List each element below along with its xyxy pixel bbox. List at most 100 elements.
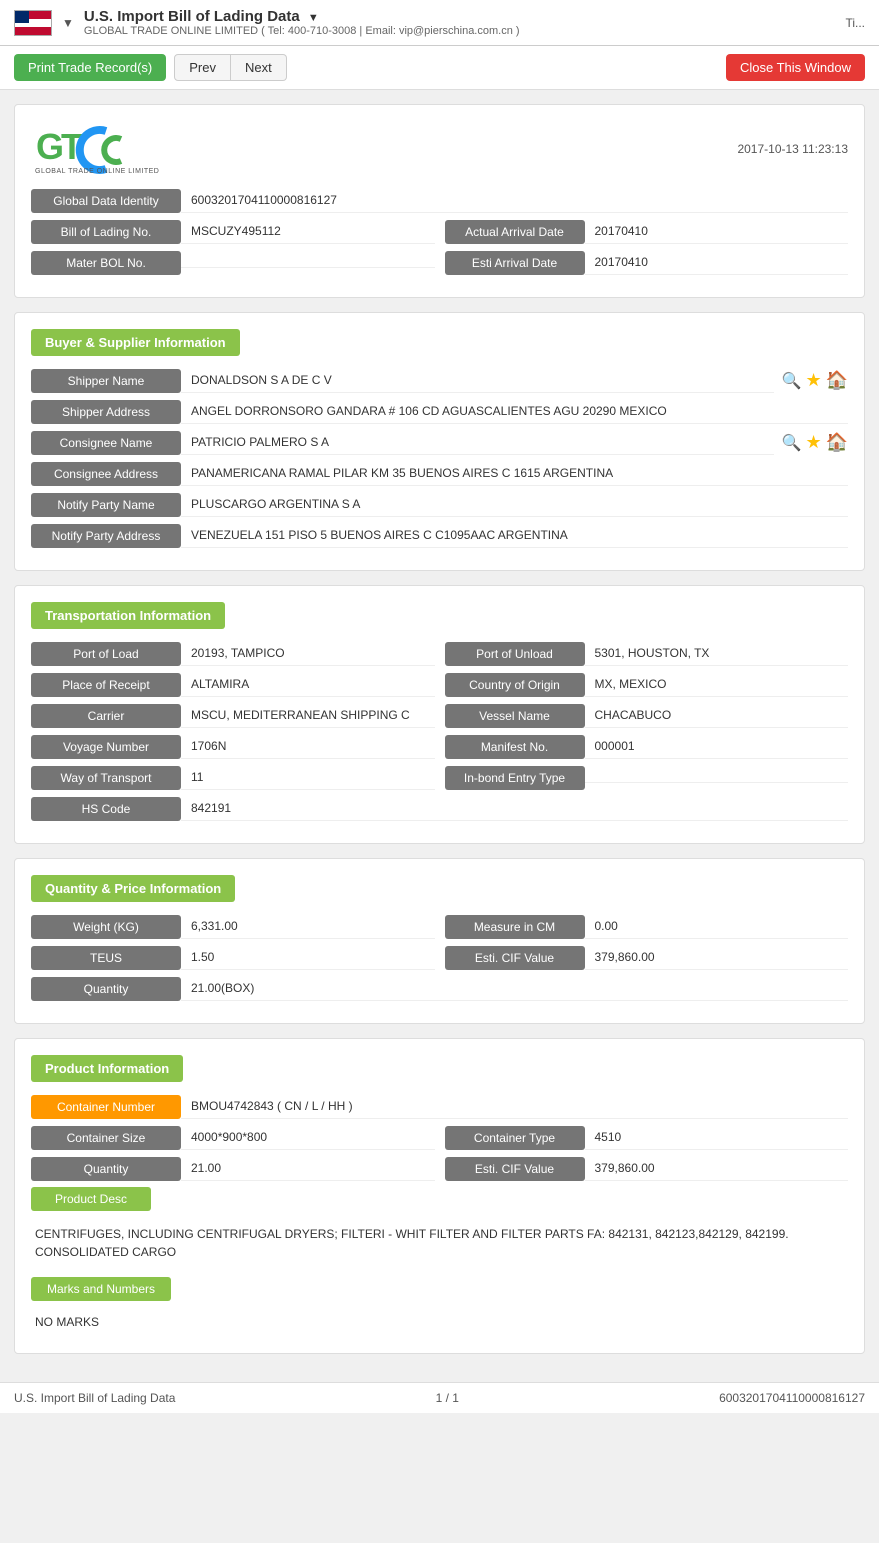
mater-bol-right: Esti Arrival Date 20170410: [445, 250, 849, 275]
product-quantity-col: Quantity 21.00: [31, 1156, 435, 1181]
product-card: Product Information Container Number BMO…: [14, 1038, 865, 1354]
logo-row: G T GLOBAL TRADE ONLINE LIMITED 2017-10-…: [31, 121, 848, 176]
voyage-row: Voyage Number 1706N Manifest No. 000001: [31, 734, 848, 759]
port-row: Port of Load 20193, TAMPICO Port of Unlo…: [31, 641, 848, 666]
home-icon[interactable]: 🏠: [826, 370, 848, 391]
notify-address-row: Notify Party Address VENEZUELA 151 PISO …: [31, 523, 848, 548]
container-number-value: BMOU4742843 ( CN / L / HH ): [181, 1094, 848, 1119]
footer-center: 1 / 1: [436, 1391, 459, 1405]
weight-col: Weight (KG) 6,331.00: [31, 914, 435, 939]
bol-value: MSCUZY495112: [181, 219, 435, 244]
weight-label: Weight (KG): [31, 915, 181, 939]
quantity-value: 21.00(BOX): [181, 976, 848, 1001]
measure-label: Measure in CM: [445, 915, 585, 939]
container-type-value: 4510: [585, 1125, 849, 1150]
toolbar: Print Trade Record(s) Prev Next Close Th…: [0, 46, 879, 90]
marks-label: Marks and Numbers: [31, 1277, 171, 1301]
header-card: G T GLOBAL TRADE ONLINE LIMITED 2017-10-…: [14, 104, 865, 298]
mater-bol-label: Mater BOL No.: [31, 251, 181, 275]
logo-svg: G T GLOBAL TRADE ONLINE LIMITED: [31, 121, 161, 176]
nav-group: Prev Next: [174, 54, 286, 81]
notify-address-label: Notify Party Address: [31, 524, 181, 548]
bol-left: Bill of Lading No. MSCUZY495112: [31, 219, 435, 244]
inbond-col: In-bond Entry Type: [445, 766, 849, 790]
place-receipt-value: ALTAMIRA: [181, 672, 435, 697]
svg-text:GLOBAL TRADE ONLINE LIMITED: GLOBAL TRADE ONLINE LIMITED: [35, 168, 159, 175]
carrier-col: Carrier MSCU, MEDITERRANEAN SHIPPING C: [31, 703, 435, 728]
consignee-name-label: Consignee Name: [31, 431, 181, 455]
esti-cif-label: Esti. CIF Value: [445, 946, 585, 970]
top-bar: ▼ U.S. Import Bill of Lading Data ▼ GLOB…: [0, 0, 879, 46]
esti-arrival-label: Esti Arrival Date: [445, 251, 585, 275]
port-load-value: 20193, TAMPICO: [181, 641, 435, 666]
shipper-icons: 🔍 ★ 🏠: [782, 370, 848, 391]
page-title: U.S. Import Bill of Lading Data ▼: [84, 8, 836, 25]
shipper-name-row: Shipper Name DONALDSON S A DE C V 🔍 ★ 🏠: [31, 368, 848, 393]
port-unload-col: Port of Unload 5301, HOUSTON, TX: [445, 641, 849, 666]
consignee-star-icon[interactable]: ★: [805, 432, 821, 453]
search-icon[interactable]: 🔍: [782, 371, 802, 391]
bol-right: Actual Arrival Date 20170410: [445, 219, 849, 244]
inbond-value: [585, 772, 849, 783]
port-load-label: Port of Load: [31, 642, 181, 666]
mater-bol-left: Mater BOL No.: [31, 251, 435, 275]
product-desc-text: CENTRIFUGES, INCLUDING CENTRIFUGAL DRYER…: [31, 1217, 848, 1269]
measure-value: 0.00: [585, 914, 849, 939]
actual-arrival-value: 20170410: [585, 219, 849, 244]
consignee-name-value: PATRICIO PALMERO S A: [181, 430, 774, 455]
consignee-search-icon[interactable]: 🔍: [782, 433, 802, 453]
print-button[interactable]: Print Trade Record(s): [14, 54, 166, 81]
transportation-card: Transportation Information Port of Load …: [14, 585, 865, 844]
product-cif-label: Esti. CIF Value: [445, 1157, 585, 1181]
mater-bol-row: Mater BOL No. Esti Arrival Date 20170410: [31, 250, 848, 275]
vessel-name-value: CHACABUCO: [585, 703, 849, 728]
flag-dropdown[interactable]: ▼: [62, 16, 74, 30]
notify-name-row: Notify Party Name PLUSCARGO ARGENTINA S …: [31, 492, 848, 517]
consignee-address-row: Consignee Address PANAMERICANA RAMAL PIL…: [31, 461, 848, 486]
product-quantity-label: Quantity: [31, 1157, 181, 1181]
esti-cif-col: Esti. CIF Value 379,860.00: [445, 945, 849, 970]
port-load-col: Port of Load 20193, TAMPICO: [31, 641, 435, 666]
product-cif-col: Esti. CIF Value 379,860.00: [445, 1156, 849, 1181]
container-type-col: Container Type 4510: [445, 1125, 849, 1150]
consignee-home-icon[interactable]: 🏠: [826, 432, 848, 453]
next-button[interactable]: Next: [231, 54, 287, 81]
container-type-label: Container Type: [445, 1126, 585, 1150]
hs-code-value: 842191: [181, 796, 848, 821]
consignee-name-row: Consignee Name PATRICIO PALMERO S A 🔍 ★ …: [31, 430, 848, 455]
us-flag-icon: [14, 10, 52, 36]
receipt-col: Place of Receipt ALTAMIRA: [31, 672, 435, 697]
notify-name-value: PLUSCARGO ARGENTINA S A: [181, 492, 848, 517]
shipper-address-row: Shipper Address ANGEL DORRONSORO GANDARA…: [31, 399, 848, 424]
carrier-row: Carrier MSCU, MEDITERRANEAN SHIPPING C V…: [31, 703, 848, 728]
country-col: Country of Origin MX, MEXICO: [445, 672, 849, 697]
notify-name-label: Notify Party Name: [31, 493, 181, 517]
weight-value: 6,331.00: [181, 914, 435, 939]
close-button[interactable]: Close This Window: [726, 54, 865, 81]
way-transport-label: Way of Transport: [31, 766, 181, 790]
carrier-value: MSCU, MEDITERRANEAN SHIPPING C: [181, 703, 435, 728]
carrier-label: Carrier: [31, 704, 181, 728]
actual-arrival-label: Actual Arrival Date: [445, 220, 585, 244]
product-desc-label-row: Product Desc: [31, 1187, 848, 1211]
country-origin-label: Country of Origin: [445, 673, 585, 697]
manifest-label: Manifest No.: [445, 735, 585, 759]
top-bar-right: Ti...: [845, 16, 865, 30]
quantity-price-header: Quantity & Price Information: [31, 875, 235, 902]
global-data-value: 6003201704110000816127: [181, 188, 848, 213]
teus-col: TEUS 1.50: [31, 945, 435, 970]
company-subtitle: GLOBAL TRADE ONLINE LIMITED ( Tel: 400-7…: [84, 25, 836, 37]
way-transport-value: 11: [181, 765, 435, 790]
prev-button[interactable]: Prev: [174, 54, 231, 81]
receipt-row: Place of Receipt ALTAMIRA Country of Ori…: [31, 672, 848, 697]
voyage-label: Voyage Number: [31, 735, 181, 759]
country-origin-value: MX, MEXICO: [585, 672, 849, 697]
top-bar-info: U.S. Import Bill of Lading Data ▼ GLOBAL…: [84, 8, 836, 37]
voyage-value: 1706N: [181, 734, 435, 759]
port-unload-label: Port of Unload: [445, 642, 585, 666]
transport-row: Way of Transport 11 In-bond Entry Type: [31, 765, 848, 790]
shipper-address-label: Shipper Address: [31, 400, 181, 424]
manifest-value: 000001: [585, 734, 849, 759]
product-header: Product Information: [31, 1055, 183, 1082]
star-icon[interactable]: ★: [805, 370, 821, 391]
